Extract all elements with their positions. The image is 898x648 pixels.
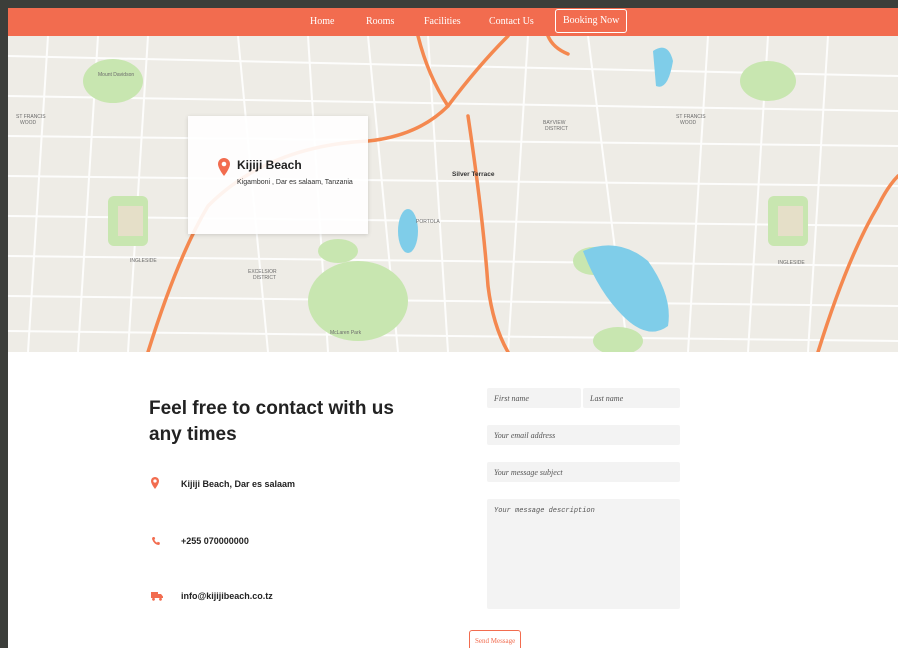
svg-text:DISTRICT: DISTRICT bbox=[253, 275, 276, 281]
map-view[interactable]: ST FRANCIS WOOD Mount Davidson INGLESIDE … bbox=[8, 36, 898, 352]
first-name-input[interactable] bbox=[487, 388, 581, 408]
truck-icon bbox=[151, 588, 163, 606]
contact-heading: Feel free to contact with us any times bbox=[149, 398, 394, 445]
last-name-input[interactable] bbox=[583, 388, 680, 408]
contact-phone-text: +255 070000000 bbox=[181, 536, 249, 546]
svg-text:Silver Terrace: Silver Terrace bbox=[452, 171, 495, 178]
svg-text:McLaren Park: McLaren Park bbox=[330, 330, 362, 336]
location-card-address: Kigamboni , Dar es salaam, Tanzania bbox=[237, 179, 353, 186]
nav-rooms-link[interactable]: Rooms bbox=[366, 16, 394, 27]
contact-email-text: info@kijijibeach.co.tz bbox=[181, 591, 273, 601]
booking-now-button[interactable]: Booking Now bbox=[555, 9, 628, 33]
svg-text:DISTRICT: DISTRICT bbox=[545, 126, 568, 132]
map-graphic: ST FRANCISWOOD Mount Davidson INGLESIDE … bbox=[8, 36, 898, 352]
nav-facilities-link[interactable]: Facilities bbox=[424, 16, 461, 27]
top-navbar: Home Rooms Facilities Contact Us Booking… bbox=[8, 8, 898, 36]
svg-text:Mount Davidson: Mount Davidson bbox=[98, 72, 134, 78]
svg-text:WOOD: WOOD bbox=[20, 120, 36, 126]
email-input[interactable] bbox=[487, 425, 680, 445]
svg-text:INGLESIDE: INGLESIDE bbox=[130, 258, 157, 264]
page: Home Rooms Facilities Contact Us Booking… bbox=[8, 8, 898, 648]
nav-home-link[interactable]: Home bbox=[310, 16, 334, 27]
location-pin-icon bbox=[218, 158, 230, 176]
phone-icon bbox=[151, 533, 161, 551]
svg-text:PORTOLA: PORTOLA bbox=[416, 219, 440, 225]
message-textarea[interactable] bbox=[487, 499, 680, 609]
svg-text:WOOD: WOOD bbox=[680, 120, 696, 126]
subject-input[interactable] bbox=[487, 462, 680, 482]
location-card: Kijiji Beach Kigamboni , Dar es salaam, … bbox=[188, 116, 368, 234]
nav-contact-link[interactable]: Contact Us bbox=[489, 16, 534, 27]
location-pin-icon bbox=[151, 476, 159, 494]
svg-text:INGLESIDE: INGLESIDE bbox=[778, 260, 805, 266]
send-message-button[interactable]: Send Message bbox=[469, 630, 522, 648]
contact-address-text: Kijiji Beach, Dar es salaam bbox=[181, 479, 296, 489]
location-card-title: Kijiji Beach bbox=[237, 158, 302, 172]
